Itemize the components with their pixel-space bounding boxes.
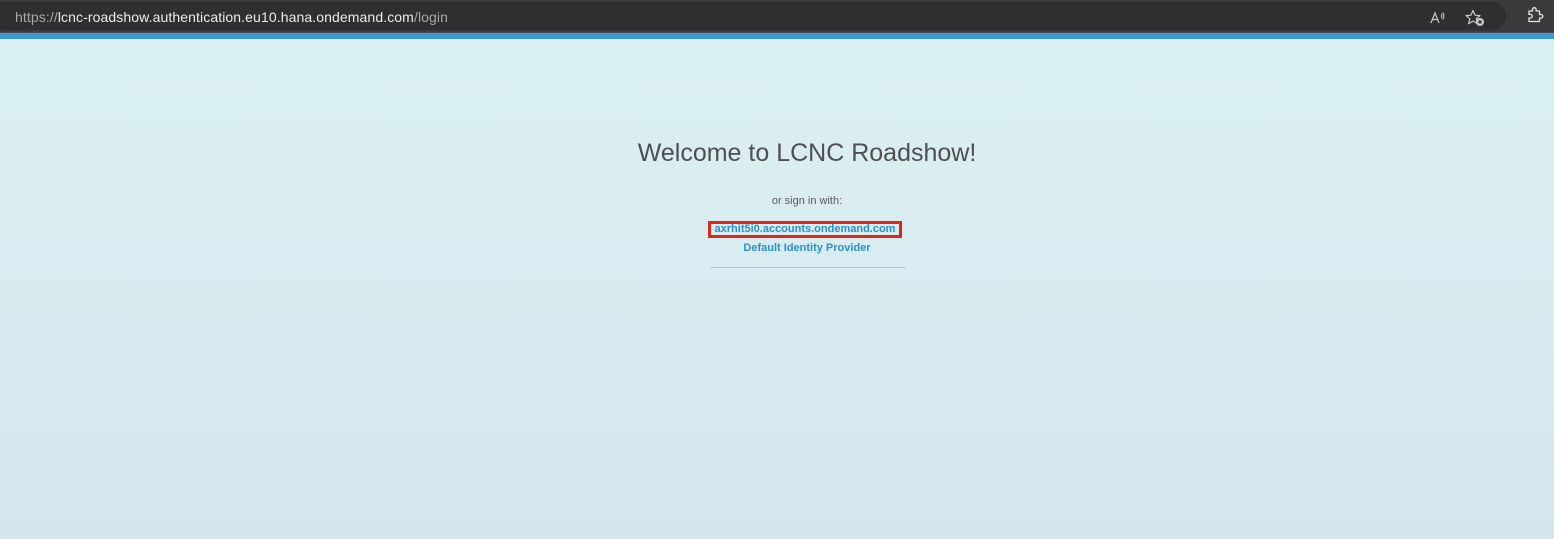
favorites-icon[interactable] <box>1465 9 1485 27</box>
extensions-icon[interactable] <box>1526 6 1544 24</box>
welcome-title: Welcome to LCNC Roadshow! <box>637 139 977 167</box>
idp-link-accounts-ondemand[interactable]: axrhit5i0.accounts.ondemand.com <box>708 221 902 238</box>
read-aloud-icon[interactable] <box>1430 10 1446 26</box>
address-bar[interactable]: https://lcnc-roadshow.authentication.eu1… <box>0 2 1506 30</box>
browser-toolbar: https://lcnc-roadshow.authentication.eu1… <box>0 0 1554 32</box>
sign-in-hint: or sign in with: <box>771 195 843 207</box>
divider <box>710 267 906 268</box>
header-accent-strip <box>0 32 1554 39</box>
url-text[interactable]: https://lcnc-roadshow.authentication.eu1… <box>15 9 448 26</box>
idp-link-default-identity-provider[interactable]: Default Identity Provider <box>700 242 914 255</box>
url-path: /login <box>413 9 449 25</box>
login-page: Welcome to LCNC Roadshow! or sign in wit… <box>0 39 1554 539</box>
url-host: lcnc-roadshow.authentication.eu10.hana.o… <box>57 9 414 25</box>
url-scheme: https:// <box>15 9 58 25</box>
